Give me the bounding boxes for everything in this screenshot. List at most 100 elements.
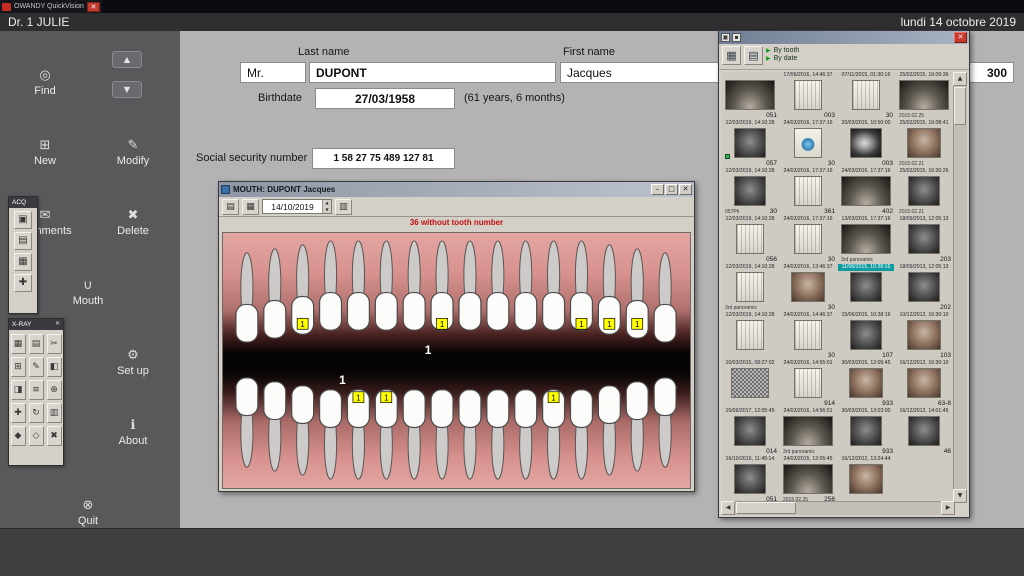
thumbnail-cell[interactable]: 12/03/2019, 14:10:28057 (722, 120, 778, 168)
lower-tooth[interactable] (320, 390, 342, 479)
thumbnail-cell[interactable]: 24/03/2016, 14:55:01914 (780, 360, 836, 408)
print-icon[interactable]: ▥ (335, 199, 352, 215)
thumbnail-cell[interactable]: 16/12/2012, 16:30:1063-8 (896, 360, 952, 408)
upper-tooth[interactable] (515, 241, 537, 330)
smooth-icon[interactable]: ◇ (29, 426, 44, 446)
thumbnail-cell[interactable]: 30/03/2015, 12:05:45933 (838, 360, 894, 408)
scrollbar-thumb[interactable] (736, 502, 796, 514)
upper-tooth[interactable] (487, 241, 509, 330)
last-name-field[interactable]: DUPONT (309, 62, 556, 83)
thumbnail-cell[interactable]: 16/12/2012, 13:24:44 (838, 456, 894, 503)
list-view-icon[interactable]: ▤ (744, 46, 763, 65)
tooth-status-tag[interactable]: 1 (353, 392, 364, 403)
thumbnail-cell[interactable]: 24/03/2016, 14:56:513rd panoramic (780, 408, 836, 456)
thumbnail-cell[interactable]: 16/12/2012, 14:01:4546 (896, 408, 952, 456)
cut-icon[interactable]: ✂ (47, 334, 62, 354)
mouth-window-titlebar[interactable]: MOUTH: DUPONT Jacques – □ ✕ (219, 182, 694, 197)
upper-tooth[interactable] (236, 253, 258, 342)
thumbnail-image[interactable] (725, 80, 775, 110)
thumbnail-image[interactable] (841, 224, 891, 254)
upper-tooth[interactable] (459, 241, 481, 330)
thumbnail-image[interactable] (908, 176, 940, 206)
minimize-button[interactable]: – (651, 184, 664, 195)
capture-icon[interactable]: ✚ (14, 274, 32, 292)
thumbnail-cell[interactable]: 12/03/2019, 14:10:28 (722, 312, 778, 360)
thumbnail-cell[interactable]: 18/09/2013, 12:05:13202 (896, 264, 952, 312)
scrollbar-thumb[interactable] (954, 87, 966, 125)
sidebar-item-delete[interactable]: ✖ Delete (95, 209, 171, 237)
thumbnail-image[interactable] (783, 464, 833, 494)
upper-tooth[interactable] (347, 241, 369, 330)
full-mouth-icon[interactable]: ▦ (11, 334, 26, 354)
thumbnail-image[interactable] (736, 224, 764, 254)
upper-tooth[interactable] (264, 249, 286, 338)
thumbnail-cell[interactable]: 24/03/2016, 17:37:16361 (780, 168, 836, 216)
sidebar-item-about[interactable]: ℹ About (95, 419, 171, 447)
thumbnail-image[interactable] (734, 464, 766, 494)
measure-icon[interactable]: ≡ (29, 380, 44, 400)
thumbnail-cell[interactable]: 07/11/2015, 01:30:1630 (838, 72, 894, 120)
sharpen-icon[interactable]: ◆ (11, 426, 26, 446)
bitewing-icon[interactable]: ▤ (29, 334, 44, 354)
delete-xray-icon[interactable]: ✖ (47, 426, 62, 446)
tooth-status-tag[interactable]: 1 (381, 392, 392, 403)
thumbnail-image[interactable] (907, 128, 941, 158)
thumbnail-image[interactable] (850, 272, 882, 302)
thumbnail-image[interactable] (736, 320, 764, 350)
tooth-status-tag[interactable]: 1 (604, 318, 615, 329)
thumbnail-cell[interactable]: 15/06/2017, 12:05:45014 (722, 408, 778, 456)
thumbnail-cell[interactable]: 12/03/2019, 14:10:283rd panoramic (722, 264, 778, 312)
lower-tooth[interactable] (264, 382, 286, 471)
contrast-icon[interactable]: ◧ (47, 357, 62, 377)
thumbnail-image[interactable] (731, 368, 769, 398)
add-icon[interactable]: ✚ (11, 403, 26, 423)
thumbnail-cell[interactable]: 10/03/2015, 08:27:02 (722, 360, 778, 408)
thumbnail-image[interactable] (908, 416, 940, 446)
video-camera-icon[interactable]: ▣ (14, 211, 32, 229)
lower-tooth[interactable] (654, 378, 676, 467)
thumbnail-cell[interactable]: 10/12/2012, 16:30:10103 (896, 312, 952, 360)
upper-tooth[interactable] (571, 241, 593, 330)
chart-date-input[interactable]: 14/10/2019 ▲ ▼ (262, 199, 332, 214)
close-button[interactable]: ✕ (954, 32, 967, 43)
dental-chart[interactable]: 1111111111 (222, 232, 691, 489)
thumbnail-image[interactable] (907, 368, 941, 398)
thumbnail-image[interactable] (783, 416, 833, 446)
thumbnail-cell[interactable]: 24/03/2016, 13:46:3730 (780, 264, 836, 312)
thumbnail-image[interactable] (734, 128, 766, 158)
thumbnail-cell[interactable]: 051 (722, 72, 778, 120)
app-close-button[interactable]: ✕ (87, 2, 100, 12)
thumbnail-image[interactable] (734, 176, 766, 206)
zoom-icon[interactable]: ⊕ (47, 380, 62, 400)
sidebar-item-quit[interactable]: ⊗ Quit (53, 499, 123, 527)
thumbnail-image[interactable] (899, 80, 949, 110)
app-title-chip[interactable]: OWANDY QuickVision ✕ (0, 0, 102, 13)
tooth-status-tag[interactable]: 1 (297, 318, 308, 329)
thumbnail-image[interactable] (908, 224, 940, 254)
thumbnail-cell[interactable]: 18/09/2013, 12:05:13203 (896, 216, 952, 264)
thumbnail-image[interactable] (850, 128, 882, 158)
upper-tooth[interactable] (654, 253, 676, 342)
lower-tooth[interactable] (347, 390, 369, 479)
previous-patient-button[interactable]: ▲ (112, 51, 142, 68)
thumbnail-cell[interactable]: 11/06/2015, 10:38:16 (838, 264, 894, 312)
tooth-status-tag[interactable]: 1 (632, 318, 643, 329)
sheet-icon[interactable]: ▤ (222, 199, 239, 215)
thumbnail-cell[interactable]: 16/10/2016, 11:45:14051 (722, 456, 778, 503)
sidebar-item-setup[interactable]: ⚙ Set up (95, 349, 171, 377)
upper-tooth[interactable] (375, 241, 397, 330)
thumbnail-image[interactable] (849, 464, 883, 494)
lower-tooth[interactable] (571, 390, 593, 479)
thumbnail-image[interactable] (849, 368, 883, 398)
grid-icon[interactable]: ⊞ (11, 357, 26, 377)
scroll-up-icon[interactable]: ▲ (953, 72, 967, 86)
scroll-down-icon[interactable]: ▼ (953, 489, 967, 503)
thumbnail-image[interactable] (794, 80, 822, 110)
sidebar-item-find[interactable]: ◎ Find (10, 69, 80, 97)
thumbnail-cell[interactable]: 24/03/2016, 17:37:16402 (838, 168, 894, 216)
thumbnail-cell[interactable]: 24/03/2016, 17:37:1630 (780, 216, 836, 264)
thumbnail-image[interactable] (850, 320, 882, 350)
thumbnail-cell[interactable]: 24/03/2016, 17:37:1630 (780, 120, 836, 168)
thumbnail-cell[interactable]: 25/02/2015, 16:08:412015.02.21 (896, 120, 952, 168)
sidebar-item-modify[interactable]: ✎ Modify (95, 139, 171, 167)
